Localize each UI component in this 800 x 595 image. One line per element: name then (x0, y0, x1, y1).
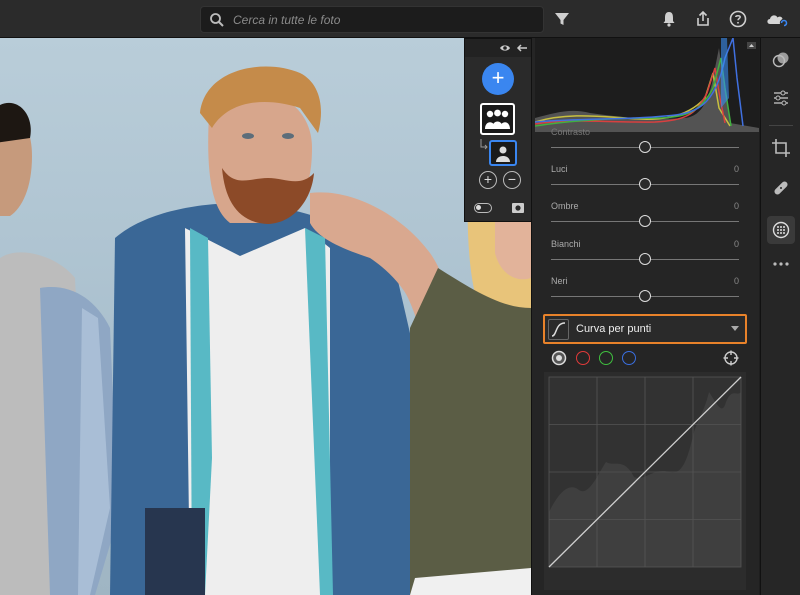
slider-neri[interactable]: Neri 0 (551, 276, 739, 310)
point-curve-selector[interactable]: Curva per punti (543, 314, 747, 344)
person-mask-icon (496, 146, 510, 162)
crop-icon[interactable] (771, 138, 791, 158)
slider-bianchi[interactable]: Bianchi 0 (551, 239, 739, 273)
photo-image (0, 66, 531, 595)
slider-knob[interactable] (639, 178, 651, 190)
share-icon[interactable] (693, 9, 713, 29)
channel-green-button[interactable] (599, 351, 613, 365)
help-icon[interactable] (728, 9, 748, 29)
healing-icon[interactable] (771, 178, 791, 198)
search-box[interactable] (200, 6, 544, 33)
slider-value[interactable]: 0 (734, 201, 739, 211)
slider-label: Bianchi (551, 239, 581, 249)
slider-value[interactable]: 0 (734, 239, 739, 249)
histogram (534, 37, 759, 132)
curve-graph[interactable] (544, 372, 746, 590)
chevron-down-icon (731, 326, 739, 331)
point-curve-title: Curva per punti (576, 323, 652, 335)
slider-contrast[interactable]: Contrasto (551, 127, 739, 161)
slider-label: Luci (551, 164, 568, 174)
subtract-from-mask-button[interactable]: − (503, 171, 521, 189)
rail-divider (769, 125, 793, 126)
top-bar (0, 0, 800, 38)
mask-thumbnail-person[interactable] (489, 140, 517, 166)
overlay-toggle[interactable] (474, 203, 492, 213)
slider-knob[interactable] (639, 141, 651, 153)
slider-ombre[interactable]: Ombre 0 (551, 201, 739, 235)
mask-thumbnail-people[interactable] (480, 103, 515, 135)
collapse-arrow-icon[interactable] (516, 43, 528, 53)
add-to-mask-button[interactable]: + (479, 171, 497, 189)
masks-panel: + + − (464, 38, 532, 222)
histogram-clip-toggle[interactable] (747, 42, 756, 49)
filter-icon[interactable] (552, 9, 572, 29)
slider-label: Ombre (551, 201, 579, 211)
histogram-graph (534, 37, 759, 132)
slider-knob[interactable] (639, 215, 651, 227)
masking-icon (772, 221, 790, 239)
search-input[interactable] (233, 10, 533, 30)
tool-rail (760, 38, 800, 595)
photo-canvas[interactable] (0, 38, 531, 595)
slider-luci[interactable]: Luci 0 (551, 164, 739, 198)
cloud-sync-icon[interactable] (764, 9, 790, 29)
slider-label: Contrasto (551, 127, 591, 137)
point-curve-editor[interactable] (544, 372, 746, 590)
adjust-sliders-icon[interactable] (771, 88, 791, 108)
channel-red-button[interactable] (576, 351, 590, 365)
subfolder-arrow-icon (480, 139, 488, 150)
search-icon (210, 13, 224, 27)
eye-icon[interactable] (499, 43, 511, 53)
masks-panel-header (465, 39, 531, 57)
slider-knob[interactable] (639, 290, 651, 302)
more-icon[interactable] (771, 254, 791, 274)
add-mask-button[interactable]: + (482, 63, 514, 95)
channel-rgb-button[interactable] (551, 350, 567, 366)
curve-icon (548, 319, 569, 340)
target-adjust-icon[interactable] (723, 350, 739, 366)
slider-value[interactable]: 0 (734, 276, 739, 286)
people-mask-icon (485, 109, 510, 129)
edit-presets-icon[interactable] (771, 50, 791, 70)
overlay-settings-icon[interactable] (511, 202, 525, 214)
bell-icon[interactable] (659, 9, 679, 29)
slider-value[interactable]: 0 (734, 164, 739, 174)
slider-knob[interactable] (639, 253, 651, 265)
masking-tool-active[interactable] (767, 216, 795, 244)
channel-blue-button[interactable] (622, 351, 636, 365)
slider-label: Neri (551, 276, 568, 286)
